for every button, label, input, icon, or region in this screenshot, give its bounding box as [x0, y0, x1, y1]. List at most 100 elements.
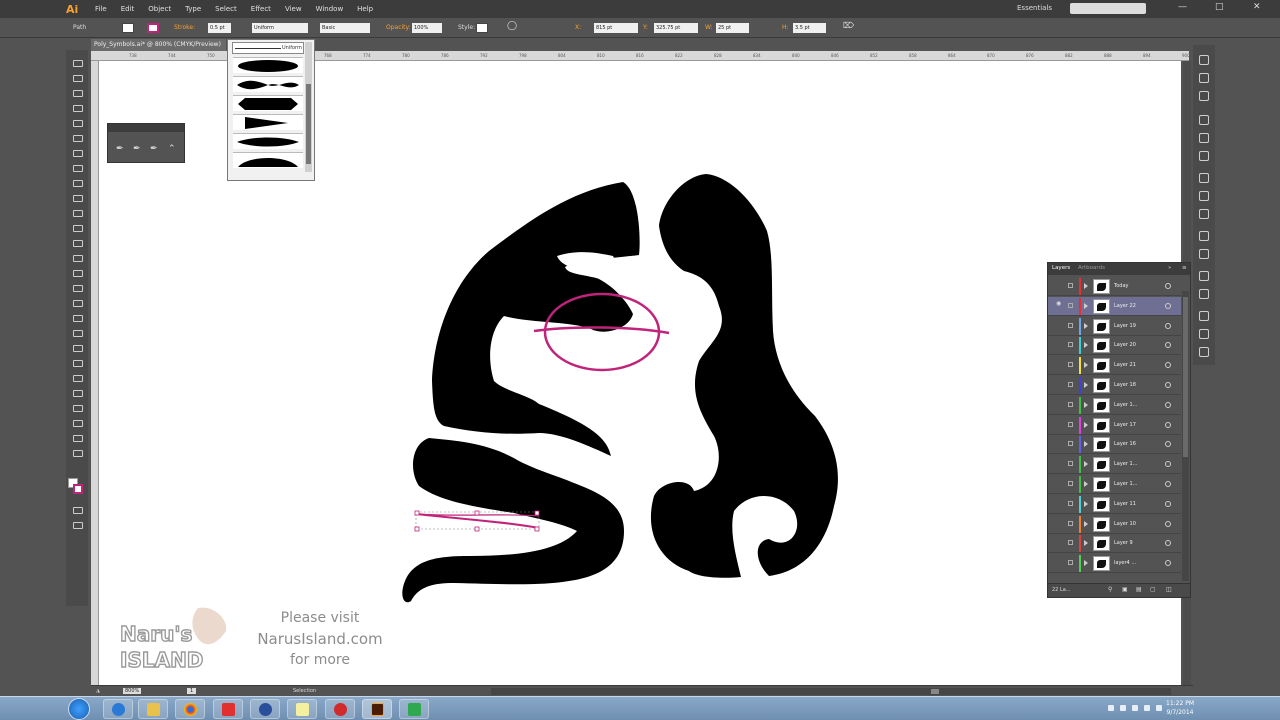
eyedropper-tool-icon[interactable] [72, 343, 83, 352]
profile-scroll-thumb[interactable] [306, 84, 311, 164]
visibility-eye-icon[interactable]: ◉ [1056, 300, 1062, 307]
horizontal-scrollbar[interactable] [491, 688, 1171, 695]
taskbar-illustrator[interactable] [362, 699, 392, 719]
profile-uniform-option[interactable]: Uniform [232, 42, 304, 54]
layer-row[interactable]: Layer 1... [1048, 475, 1181, 494]
free-transform-tool-icon[interactable] [72, 268, 83, 277]
menu-object[interactable]: Object [141, 5, 178, 13]
gradient-panel-icon[interactable] [1199, 191, 1209, 201]
panel-collapse-icon[interactable]: » [1168, 265, 1171, 271]
graphic-styles-icon[interactable] [1199, 249, 1209, 259]
perspective-grid-tool-icon[interactable] [72, 298, 83, 307]
lasso-tool-icon[interactable] [72, 103, 83, 112]
layer-row[interactable]: Layer 1... [1048, 455, 1181, 475]
slice-tool-icon[interactable] [72, 418, 83, 427]
fill-swatch[interactable] [122, 23, 134, 33]
lock-icon[interactable] [1068, 322, 1073, 328]
expand-arrow-icon[interactable] [1084, 382, 1088, 388]
taskbar-notes[interactable] [287, 699, 317, 719]
width-field[interactable]: 25 pt [716, 23, 749, 33]
profile-option-6[interactable] [233, 152, 303, 168]
width-tool-icon[interactable] [72, 253, 83, 262]
blob-brush-tool-icon[interactable] [72, 208, 83, 217]
profile-option-1[interactable] [233, 57, 303, 73]
layer-name[interactable]: layer4 ... [1114, 560, 1136, 566]
layer-name[interactable]: Today [1114, 283, 1128, 289]
layer-name[interactable]: Layer 17 [1114, 422, 1136, 428]
taskbar-ie[interactable] [103, 699, 133, 719]
variable-width-profile-select[interactable]: Uniform [252, 23, 308, 33]
color-guide-icon[interactable] [1199, 73, 1209, 83]
expand-arrow-icon[interactable] [1084, 322, 1088, 329]
color-panel-icon[interactable] [1199, 55, 1209, 65]
artboard-tool-icon[interactable] [72, 403, 83, 412]
opacity-field[interactable]: 100% [412, 23, 442, 33]
menu-select[interactable]: Select [208, 5, 244, 13]
mesh-tool-icon[interactable] [72, 313, 83, 322]
document-tab[interactable]: Poly_Symbols.ai* @ 800% (CMYK/Preview) [91, 39, 226, 51]
panel-header[interactable] [108, 124, 184, 132]
close-icon[interactable]: ✕ [1253, 2, 1261, 12]
lock-icon[interactable] [1068, 560, 1073, 566]
layer-row[interactable]: Layer 20 [1048, 336, 1181, 356]
menu-type[interactable]: Type [178, 5, 208, 13]
lock-icon[interactable] [1068, 342, 1073, 348]
expand-arrow-icon[interactable] [1084, 520, 1088, 527]
expand-arrow-icon[interactable] [1084, 461, 1088, 468]
maximize-icon[interactable]: □ [1215, 2, 1224, 12]
layer-name[interactable]: Layer 22 [1114, 303, 1136, 309]
ellipse-tool-icon[interactable] [72, 163, 83, 172]
direct-selection-tool-icon[interactable] [72, 73, 83, 82]
expand-arrow-icon[interactable] [1084, 283, 1088, 289]
layer-target-icon[interactable] [1165, 520, 1171, 527]
stroke-weight-field[interactable]: 0.5 pt [208, 23, 231, 33]
layer-target-icon[interactable] [1165, 401, 1171, 408]
layer-target-icon[interactable] [1165, 421, 1171, 428]
layer-row[interactable]: Layer 11 [1048, 495, 1181, 514]
paintbrush-tool-icon[interactable] [72, 178, 83, 187]
taskbar-chrome[interactable] [175, 699, 205, 719]
layer-name[interactable]: Layer 1... [1114, 481, 1137, 487]
new-layer-icon[interactable]: ▢ [1150, 586, 1156, 593]
rotate-tool-icon[interactable] [72, 223, 83, 232]
menu-effect[interactable]: Effect [244, 5, 278, 13]
layer-name[interactable]: Layer 9 [1114, 540, 1133, 546]
transform-icon[interactable]: ⌦ [843, 21, 854, 30]
expand-arrow-icon[interactable] [1084, 362, 1088, 369]
tray-sync-icon[interactable] [1144, 705, 1150, 711]
layer-target-icon[interactable] [1165, 382, 1171, 388]
x-field[interactable]: 815 pt [594, 23, 638, 33]
taskbar-keepass[interactable] [250, 699, 280, 719]
taskbar-camtasia[interactable] [399, 699, 429, 719]
tab-layers[interactable]: Layers [1052, 265, 1070, 271]
gradient-tool-icon[interactable] [72, 328, 83, 337]
layer-target-icon[interactable] [1165, 461, 1171, 468]
layer-target-icon[interactable] [1165, 302, 1171, 309]
symbols-panel-icon[interactable] [1199, 133, 1209, 143]
shape-builder-tool-icon[interactable] [72, 283, 83, 292]
selection-tool-icon[interactable] [72, 58, 83, 67]
symbol-sprayer-tool-icon[interactable] [72, 373, 83, 382]
expand-arrow-icon[interactable] [1084, 421, 1088, 428]
transparency-panel-icon[interactable] [1199, 209, 1209, 219]
tab-artboards[interactable]: Artboards [1078, 265, 1105, 271]
magic-wand-tool-icon[interactable] [72, 88, 83, 97]
profile-option-3[interactable] [233, 95, 303, 111]
tray-flag-icon[interactable] [1108, 705, 1114, 711]
expand-arrow-icon[interactable] [1084, 560, 1088, 567]
lock-icon[interactable] [1068, 540, 1073, 546]
appearance-panel-icon[interactable] [1199, 231, 1209, 241]
layers-scroll-thumb[interactable] [1183, 297, 1188, 457]
screen-mode-icon[interactable] [72, 520, 83, 529]
help-search-input[interactable] [1070, 3, 1146, 14]
clubs-icon[interactable] [1199, 151, 1209, 161]
lock-icon[interactable] [1068, 382, 1073, 387]
artboards-panel-icon[interactable] [1199, 289, 1209, 299]
menu-file[interactable]: File [88, 5, 114, 13]
expand-arrow-icon[interactable] [1084, 342, 1088, 349]
hand-tool-icon[interactable] [72, 433, 83, 442]
taskbar-clock[interactable]: 11:22 PM 9/7/2014 [1166, 699, 1194, 717]
layers-panel-icon[interactable] [1199, 271, 1209, 281]
layer-name[interactable]: Layer 11 [1114, 501, 1136, 507]
delete-layer-icon[interactable]: ◫ [1166, 586, 1172, 593]
